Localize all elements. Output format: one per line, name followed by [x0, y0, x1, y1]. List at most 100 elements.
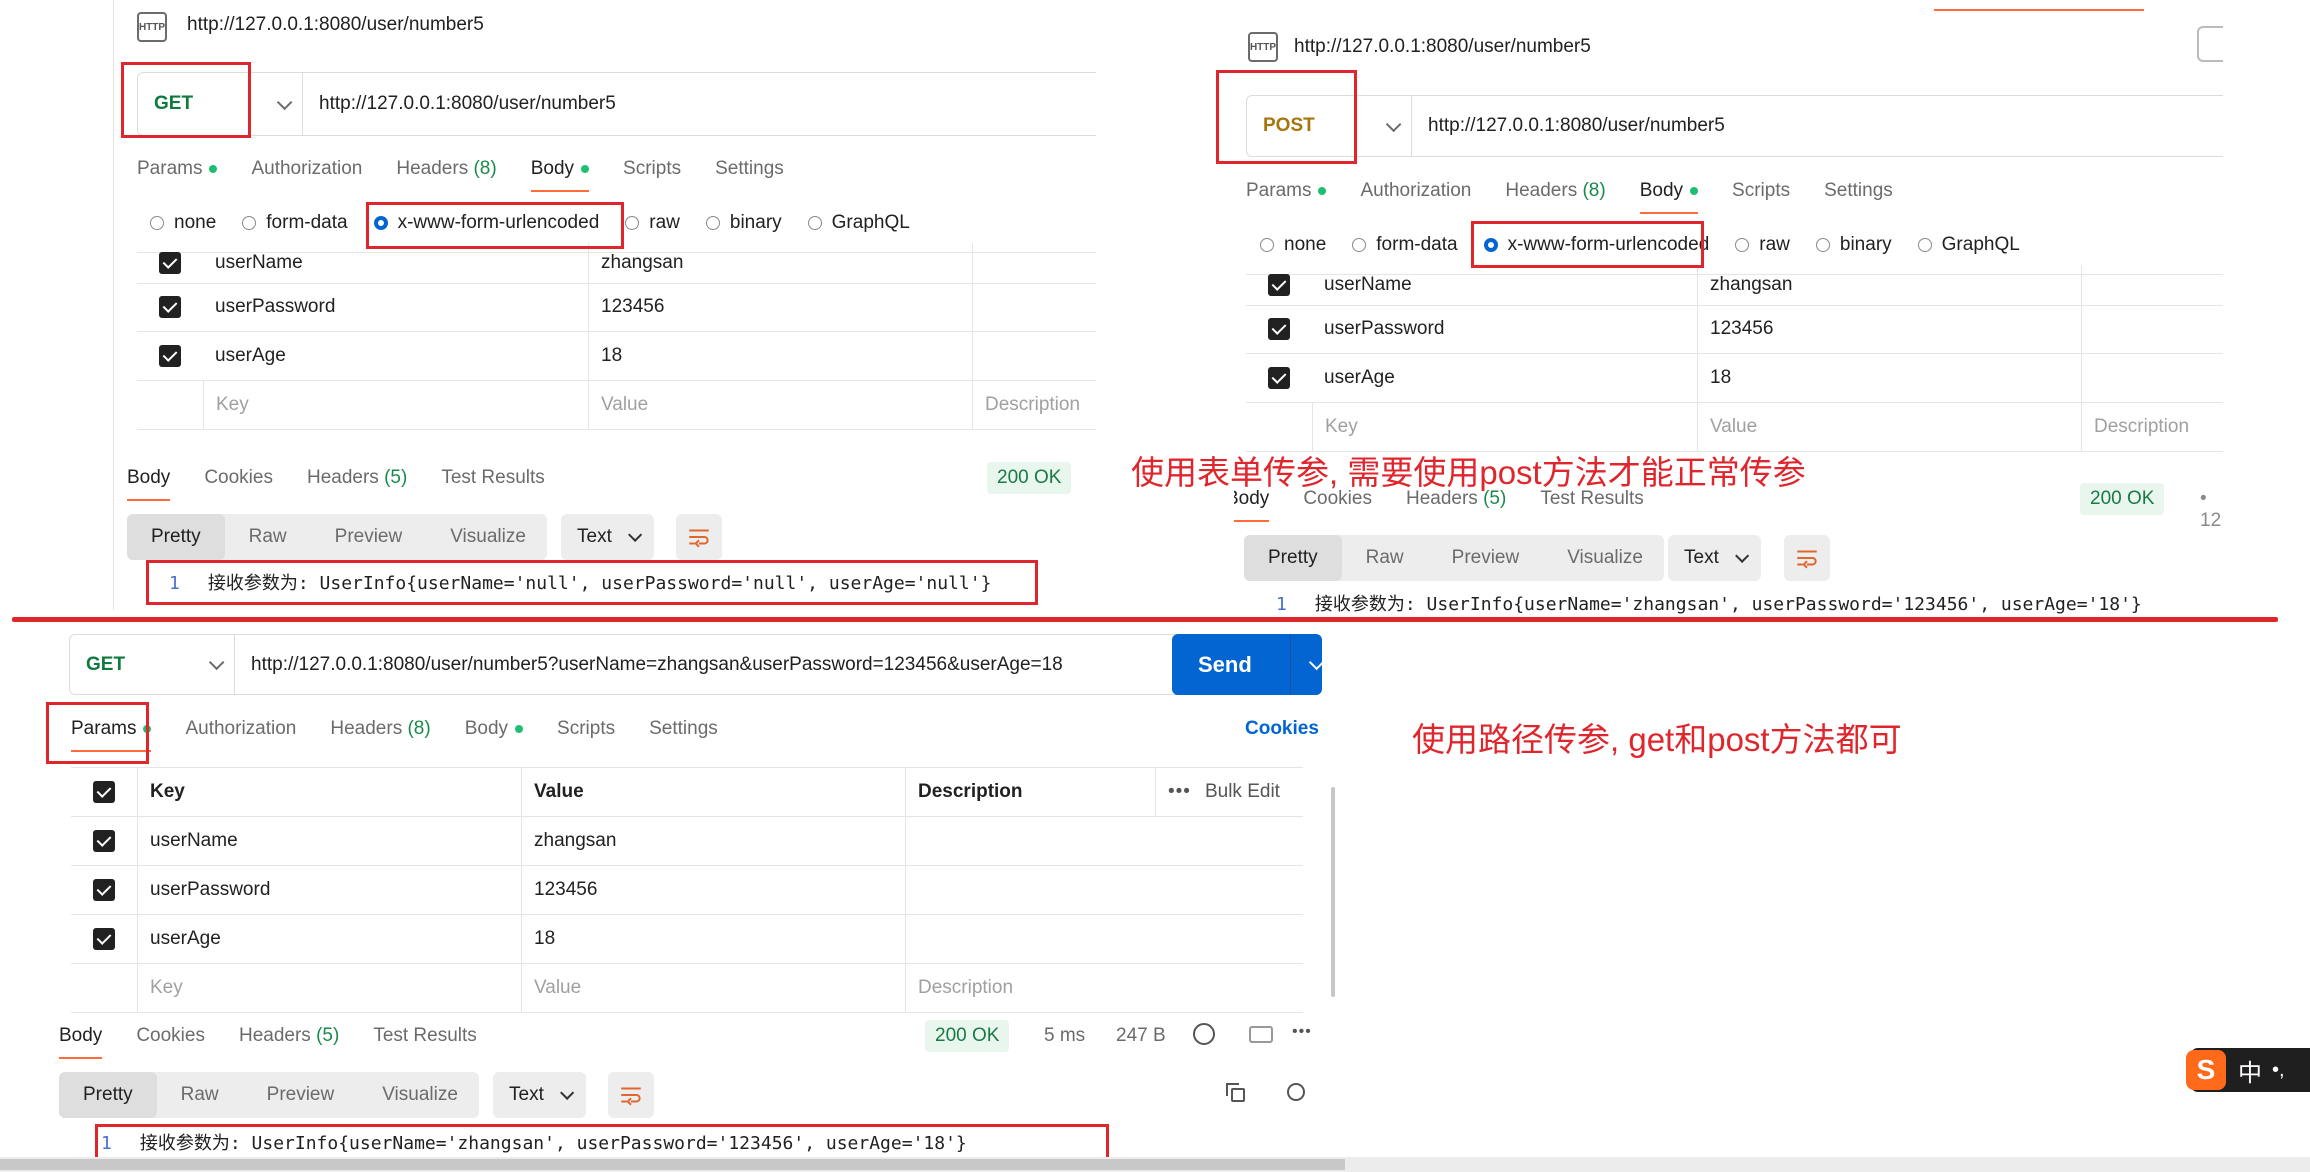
- ime-toolbar[interactable]: S 中 •,: [2186, 1048, 2310, 1092]
- send-button[interactable]: Send: [1172, 634, 1325, 695]
- radio-graphql[interactable]: GraphQL: [807, 212, 910, 234]
- tab-settings[interactable]: Settings: [1824, 180, 1893, 202]
- resp-tab-headers[interactable]: Headers (5): [239, 1025, 339, 1047]
- tab-body[interactable]: Body: [530, 158, 590, 192]
- search-icon[interactable]: [1287, 1083, 1305, 1101]
- save-icon[interactable]: [2197, 26, 2223, 62]
- wrap-lines-button[interactable]: [608, 1072, 654, 1118]
- view-visualize[interactable]: Visualize: [358, 1072, 482, 1118]
- tab-headers[interactable]: Headers (8): [396, 158, 496, 180]
- ime-mode[interactable]: 中: [2238, 1053, 2262, 1088]
- row-value[interactable]: 123456: [521, 866, 905, 914]
- resp-tab-test-results[interactable]: Test Results: [373, 1025, 476, 1047]
- row-key[interactable]: userPassword: [1312, 305, 1697, 353]
- row-checkbox[interactable]: [1268, 318, 1290, 340]
- resp-tab-body[interactable]: Body: [59, 1025, 103, 1059]
- row-key[interactable]: userAge: [1312, 354, 1697, 402]
- view-visualize[interactable]: Visualize: [426, 514, 550, 560]
- key-placeholder[interactable]: Key: [137, 964, 521, 1012]
- format-select[interactable]: Text: [1668, 535, 1761, 581]
- row-key[interactable]: userAge: [203, 332, 588, 380]
- tab-body[interactable]: Body: [1639, 180, 1699, 214]
- row-description[interactable]: [905, 915, 1303, 963]
- resp-tab-test-results[interactable]: Test Results: [441, 467, 544, 489]
- format-select[interactable]: Text: [493, 1072, 586, 1118]
- row-description[interactable]: [905, 866, 1303, 914]
- view-raw[interactable]: Raw: [225, 514, 311, 560]
- select-all-checkbox[interactable]: [93, 781, 115, 803]
- radio-none[interactable]: none: [150, 212, 216, 234]
- tab-params[interactable]: Params: [137, 158, 218, 180]
- radio-binary[interactable]: binary: [705, 212, 782, 234]
- tab-authorization[interactable]: Authorization: [251, 158, 362, 180]
- resp-tab-cookies[interactable]: Cookies: [136, 1025, 205, 1047]
- row-value[interactable]: 18: [1697, 354, 2081, 402]
- view-pretty[interactable]: Pretty: [1244, 535, 1342, 581]
- url-input[interactable]: http://127.0.0.1:8080/user/number5?userN…: [235, 654, 1063, 676]
- resp-tab-headers[interactable]: Headers (5): [307, 467, 407, 489]
- url-input[interactable]: http://127.0.0.1:8080/user/number5: [303, 93, 616, 115]
- row-checkbox[interactable]: [1268, 274, 1290, 296]
- row-value[interactable]: 123456: [588, 283, 972, 331]
- wrap-lines-button[interactable]: [1784, 535, 1830, 581]
- radio-graphql[interactable]: GraphQL: [1917, 234, 2020, 256]
- row-value[interactable]: 18: [521, 915, 905, 963]
- row-checkbox[interactable]: [93, 928, 115, 950]
- resp-tab-cookies[interactable]: Cookies: [204, 467, 273, 489]
- description-placeholder[interactable]: Description: [972, 381, 1096, 429]
- key-placeholder[interactable]: Key: [203, 381, 588, 429]
- tab-authorization[interactable]: Authorization: [185, 718, 296, 740]
- row-checkbox[interactable]: [159, 345, 181, 367]
- horizontal-scrollbar[interactable]: [0, 1157, 2310, 1172]
- tab-params[interactable]: Params: [1246, 180, 1327, 202]
- tab-headers[interactable]: Headers (8): [330, 718, 430, 740]
- tab-settings[interactable]: Settings: [715, 158, 784, 180]
- description-placeholder[interactable]: Description: [905, 964, 1303, 1012]
- radio-form-data[interactable]: form-data: [1352, 234, 1458, 256]
- method-select[interactable]: GET: [70, 635, 235, 694]
- view-pretty[interactable]: Pretty: [127, 514, 225, 560]
- row-checkbox[interactable]: [159, 252, 181, 274]
- radio-raw[interactable]: raw: [1735, 234, 1790, 256]
- tab-authorization[interactable]: Authorization: [1360, 180, 1471, 202]
- row-checkbox[interactable]: [1268, 367, 1290, 389]
- radio-none[interactable]: none: [1260, 234, 1326, 256]
- row-value[interactable]: 123456: [1697, 305, 2081, 353]
- row-key[interactable]: userName: [137, 817, 521, 865]
- row-key[interactable]: userPassword: [203, 283, 588, 331]
- view-preview[interactable]: Preview: [311, 514, 427, 560]
- row-checkbox[interactable]: [159, 296, 181, 318]
- view-raw[interactable]: Raw: [157, 1072, 243, 1118]
- copy-icon[interactable]: [1226, 1083, 1246, 1103]
- radio-raw[interactable]: raw: [625, 212, 680, 234]
- bulk-edit[interactable]: ••• Bulk Edit: [1155, 768, 1303, 816]
- row-checkbox[interactable]: [93, 879, 115, 901]
- scrollbar[interactable]: [1331, 787, 1335, 997]
- view-preview[interactable]: Preview: [1428, 535, 1544, 581]
- row-checkbox[interactable]: [93, 830, 115, 852]
- value-placeholder[interactable]: Value: [521, 964, 905, 1012]
- row-value[interactable]: zhangsan: [521, 817, 905, 865]
- row-description[interactable]: [972, 243, 1096, 283]
- row-key[interactable]: userName: [1312, 265, 1697, 305]
- cookies-link[interactable]: Cookies: [1245, 718, 1319, 740]
- key-placeholder[interactable]: Key: [1312, 403, 1697, 451]
- row-description[interactable]: [2081, 265, 2223, 305]
- row-description[interactable]: [2081, 354, 2223, 402]
- row-description[interactable]: [972, 332, 1096, 380]
- row-description[interactable]: [905, 817, 1303, 865]
- globe-icon[interactable]: [1193, 1023, 1215, 1045]
- more-icon[interactable]: •••: [1292, 1023, 1312, 1041]
- resp-tab-body[interactable]: Body: [127, 467, 171, 501]
- view-raw[interactable]: Raw: [1342, 535, 1428, 581]
- chevron-down-icon[interactable]: [1308, 654, 1325, 671]
- view-visualize[interactable]: Visualize: [1543, 535, 1667, 581]
- tab-settings[interactable]: Settings: [649, 718, 718, 740]
- wrap-lines-button[interactable]: [676, 514, 722, 560]
- ime-punct[interactable]: •,: [2272, 1059, 2285, 1082]
- tab-headers[interactable]: Headers (8): [1505, 180, 1605, 202]
- tab-scripts[interactable]: Scripts: [623, 158, 681, 180]
- row-key[interactable]: userPassword: [137, 866, 521, 914]
- row-value[interactable]: 18: [588, 332, 972, 380]
- value-placeholder[interactable]: Value: [1697, 403, 2081, 451]
